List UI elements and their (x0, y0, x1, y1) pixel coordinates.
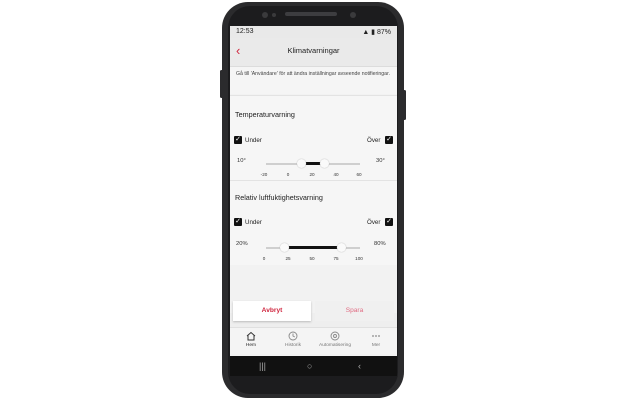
volume-button (220, 70, 223, 98)
recent-apps-icon[interactable]: ||| (259, 360, 266, 372)
android-nav-bar: ||| ○ ‹ (230, 356, 397, 376)
slider-range-fill (284, 246, 342, 249)
app-screen: 12:53 ▲ ▮ 87% ‹ Klimatvarningar Gå till … (230, 26, 397, 375)
over-checkbox[interactable]: ✓ (385, 136, 393, 144)
tab-label: Hem (245, 343, 257, 348)
signal-icon: ▲ ▮ (362, 29, 377, 36)
front-camera-icon (262, 12, 268, 18)
tick-label: -20 (260, 172, 268, 177)
sensor-icon (272, 13, 276, 17)
clock-icon (288, 331, 298, 341)
tab-more[interactable]: Mer (355, 328, 397, 352)
over-label: Över (367, 137, 381, 144)
tab-label: Mer (371, 343, 381, 348)
status-icons: ▲ ▮ 87% (362, 28, 391, 36)
tab-history[interactable]: Historik (272, 328, 314, 352)
tick-label: 0 (262, 256, 266, 261)
info-text: Gå till 'Användare' för att ändra instäl… (236, 71, 390, 77)
under-checkbox[interactable]: ✓ (234, 218, 242, 226)
over-checkbox[interactable]: ✓ (385, 218, 393, 226)
tick-label: 0 (286, 172, 290, 177)
tab-automation[interactable]: Automatisering (314, 328, 356, 352)
back-nav-icon[interactable]: ‹ (358, 360, 361, 372)
under-label: Under (245, 137, 262, 144)
tick-label: 25 (285, 256, 291, 261)
under-checkbox[interactable]: ✓ (234, 136, 242, 144)
slider-min-handle[interactable] (280, 243, 290, 252)
info-banner: Gå till 'Användare' för att ändra instäl… (230, 67, 397, 94)
more-icon (372, 335, 380, 337)
max-value: 80% (374, 241, 386, 247)
tab-label: Historik (285, 343, 301, 348)
min-value: 10° (237, 158, 246, 164)
cancel-button[interactable]: Avbryt (233, 301, 311, 321)
status-bar: 12:53 ▲ ▮ 87% (230, 26, 397, 38)
over-label: Över (367, 219, 381, 226)
home-icon (246, 331, 256, 341)
section-title: Relativ luftfuktighetsvarning (235, 193, 323, 202)
battery-level: 87% (376, 29, 391, 36)
status-time: 12:53 (236, 28, 254, 35)
save-button[interactable]: Spara (315, 301, 394, 321)
tick-label: 40 (333, 172, 339, 177)
automation-icon (330, 331, 340, 341)
home-nav-icon[interactable]: ○ (307, 360, 312, 372)
tick-label: 75 (333, 256, 339, 261)
page-title: Klimatvarningar (287, 46, 340, 55)
tab-label: Automatisering (319, 343, 351, 348)
humidity-section: Relativ luftfuktighetsvarning ✓ Under Öv… (230, 180, 397, 265)
bottom-tab-bar: Hem Historik Automatisering Mer (230, 327, 397, 354)
tick-label: 50 (309, 256, 315, 261)
under-label: Under (245, 219, 262, 226)
slider-max-handle[interactable] (320, 159, 330, 168)
proximity-sensor-icon (350, 12, 356, 18)
tick-label: 100 (355, 256, 363, 261)
section-title: Temperaturvarning (235, 110, 295, 119)
app-header: ‹ Klimatvarningar (230, 38, 397, 67)
tick-label: 20 (309, 172, 315, 177)
power-button (403, 90, 406, 120)
slider-min-handle[interactable] (296, 159, 306, 168)
tab-home[interactable]: Hem (230, 328, 272, 352)
earpiece-speaker (285, 12, 337, 16)
tick-label: 60 (356, 172, 362, 177)
max-value: 30° (376, 158, 385, 164)
temperature-section: Temperaturvarning ✓ Under Över ✓ 10° 30°… (230, 95, 397, 180)
slider-max-handle[interactable] (336, 243, 346, 252)
min-value: 20% (236, 241, 248, 247)
